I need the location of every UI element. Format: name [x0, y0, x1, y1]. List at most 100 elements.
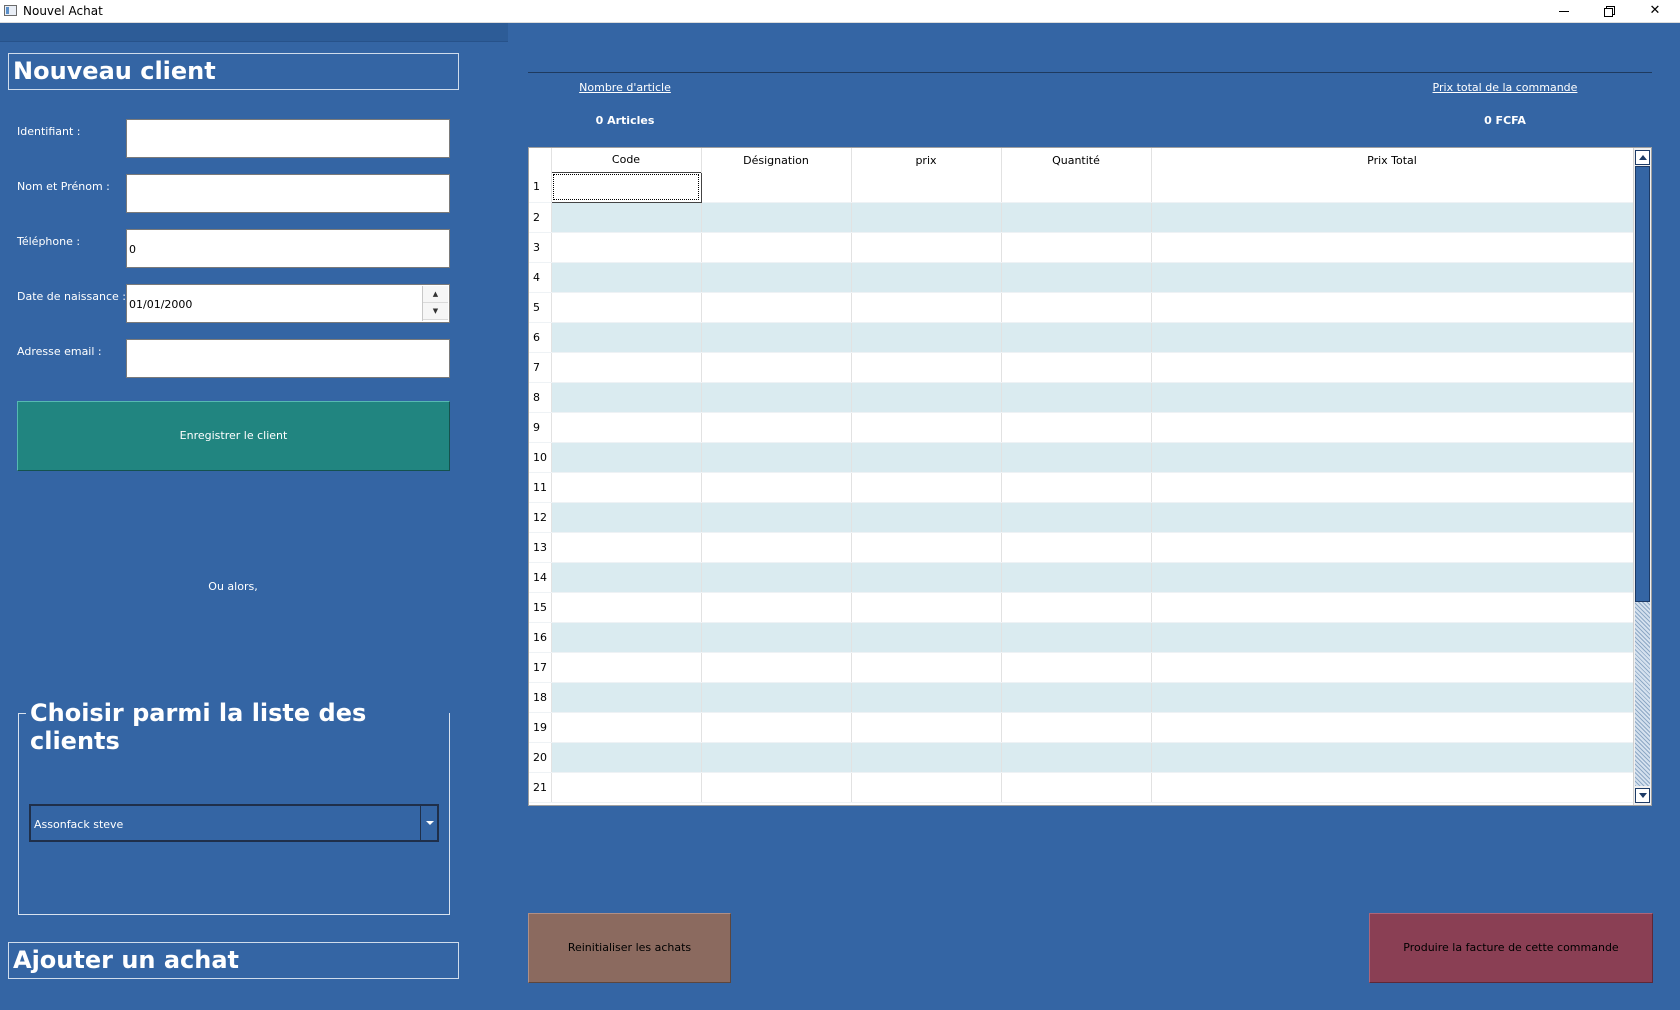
table-row[interactable]: 3	[529, 232, 1634, 263]
table-cell[interactable]	[851, 712, 1002, 743]
table-cell[interactable]	[1001, 232, 1152, 263]
table-cell[interactable]	[551, 712, 702, 743]
row-header[interactable]: 20	[529, 742, 552, 773]
table-cell[interactable]	[851, 502, 1002, 533]
table-cell[interactable]	[1001, 202, 1152, 233]
row-header[interactable]: 9	[529, 412, 552, 443]
total-price-label[interactable]: Prix total de la commande	[1400, 81, 1610, 94]
row-header[interactable]: 14	[529, 562, 552, 593]
table-cell[interactable]	[1151, 262, 1634, 293]
table-row[interactable]: 9	[529, 412, 1634, 443]
table-cell[interactable]	[551, 412, 702, 443]
table-row[interactable]: 18	[529, 682, 1634, 713]
vertical-scrollbar[interactable]	[1633, 148, 1651, 805]
table-cell[interactable]	[1151, 292, 1634, 323]
table-cell[interactable]	[1001, 652, 1152, 683]
table-cell[interactable]	[1151, 742, 1634, 773]
table-cell[interactable]	[851, 202, 1002, 233]
table-cell[interactable]	[1151, 502, 1634, 533]
table-cell[interactable]	[851, 652, 1002, 683]
table-row[interactable]: 19	[529, 712, 1634, 743]
table-cell[interactable]	[851, 532, 1002, 563]
spin-up-icon[interactable]: ▲	[423, 286, 448, 303]
row-header[interactable]: 5	[529, 292, 552, 323]
minimize-button[interactable]	[1541, 0, 1587, 22]
table-cell[interactable]	[851, 592, 1002, 623]
table-cell[interactable]	[701, 322, 852, 353]
table-cell[interactable]	[851, 742, 1002, 773]
table-cell[interactable]	[551, 262, 702, 293]
table-cell[interactable]	[1001, 712, 1152, 743]
table-cell[interactable]	[551, 352, 702, 383]
row-header[interactable]: 13	[529, 532, 552, 563]
table-cell[interactable]	[1001, 412, 1152, 443]
table-cell[interactable]	[851, 472, 1002, 503]
row-header[interactable]: 19	[529, 712, 552, 743]
table-cell[interactable]	[701, 712, 852, 743]
table-row[interactable]: 14	[529, 562, 1634, 593]
row-header[interactable]: 21	[529, 772, 552, 803]
table-row[interactable]: 20	[529, 742, 1634, 773]
table-cell[interactable]	[1151, 532, 1634, 563]
table-cell[interactable]	[701, 532, 852, 563]
table-row[interactable]: 12	[529, 502, 1634, 533]
table-cell[interactable]	[1151, 382, 1634, 413]
table-cell[interactable]	[1001, 742, 1152, 773]
client-select[interactable]: Assonfack steve	[29, 804, 439, 842]
table-row[interactable]: 21	[529, 772, 1634, 803]
table-cell[interactable]	[1151, 352, 1634, 383]
phone-input[interactable]: 0	[126, 229, 450, 268]
table-cell[interactable]	[551, 562, 702, 593]
table-cell[interactable]	[1151, 772, 1634, 803]
reset-purchases-button[interactable]: Reinitialiser les achats	[528, 913, 731, 983]
table-cell[interactable]	[550, 171, 702, 203]
table-cell[interactable]	[1151, 232, 1634, 263]
table-cell[interactable]	[551, 472, 702, 503]
scroll-up-icon[interactable]	[1635, 150, 1650, 165]
table-cell[interactable]	[1151, 412, 1634, 443]
column-header-designation[interactable]: Désignation	[701, 148, 852, 172]
birthdate-spinner[interactable]: ▲ ▼	[422, 286, 448, 321]
table-cell[interactable]	[851, 292, 1002, 323]
table-cell[interactable]	[1151, 622, 1634, 653]
table-cell[interactable]	[1001, 262, 1152, 293]
table-row[interactable]: 17	[529, 652, 1634, 683]
table-cell[interactable]	[1001, 172, 1152, 203]
table-row[interactable]: 4	[529, 262, 1634, 293]
table-cell[interactable]	[1151, 472, 1634, 503]
restore-button[interactable]	[1586, 0, 1632, 22]
table-cell[interactable]	[851, 172, 1002, 203]
column-header-total-price[interactable]: Prix Total	[1151, 148, 1634, 172]
table-cell[interactable]	[701, 352, 852, 383]
column-header-quantity[interactable]: Quantité	[1001, 148, 1152, 172]
table-cell[interactable]	[851, 442, 1002, 473]
table-cell[interactable]	[851, 262, 1002, 293]
table-cell[interactable]	[551, 292, 702, 323]
table-cell[interactable]	[1151, 592, 1634, 623]
table-cell[interactable]	[1151, 562, 1634, 593]
row-header[interactable]: 15	[529, 592, 552, 623]
table-cell[interactable]	[851, 772, 1002, 803]
table-cell[interactable]	[551, 322, 702, 353]
table-cell[interactable]	[551, 202, 702, 233]
table-cell[interactable]	[1151, 322, 1634, 353]
table-cell[interactable]	[551, 742, 702, 773]
row-header[interactable]: 3	[529, 232, 552, 263]
table-cell[interactable]	[851, 562, 1002, 593]
table-cell[interactable]	[701, 172, 852, 203]
table-cell[interactable]	[1001, 502, 1152, 533]
table-cell[interactable]	[551, 592, 702, 623]
table-cell[interactable]	[1001, 592, 1152, 623]
table-cell[interactable]	[551, 622, 702, 653]
table-cell[interactable]	[701, 232, 852, 263]
row-header[interactable]: 6	[529, 322, 552, 353]
table-cell[interactable]	[701, 262, 852, 293]
table-cell[interactable]	[1151, 442, 1634, 473]
table-cell[interactable]	[701, 772, 852, 803]
table-cell[interactable]	[701, 412, 852, 443]
table-cell[interactable]	[551, 772, 702, 803]
table-row[interactable]: 6	[529, 322, 1634, 353]
row-header[interactable]: 8	[529, 382, 552, 413]
row-header[interactable]: 17	[529, 652, 552, 683]
table-cell[interactable]	[701, 592, 852, 623]
